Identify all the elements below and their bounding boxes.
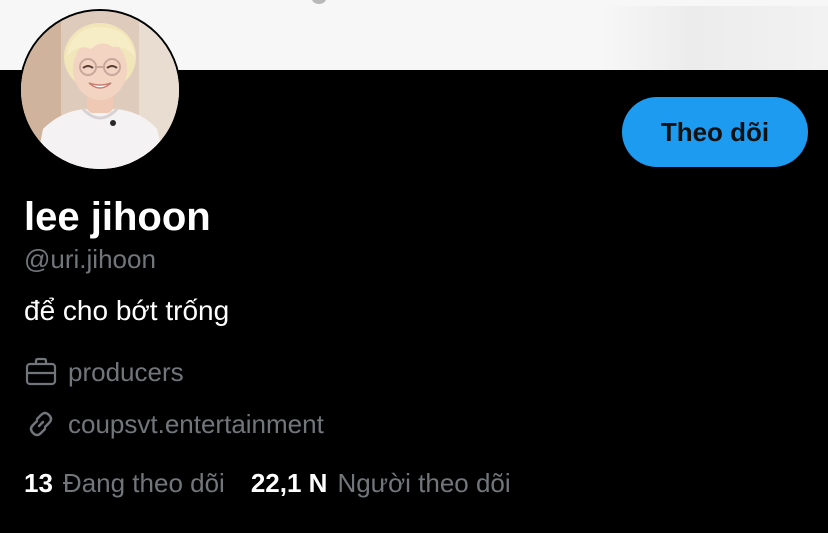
followers-count: 22,1 N [250,468,328,498]
following-count: 13 [24,468,53,498]
following-label: Đang theo dõi [62,468,225,498]
banner-detail [312,0,326,4]
followers-stat[interactable]: 22,1 N Người theo dõi [251,466,511,500]
profile-page: Theo dõi lee jihoon @uri.jihoon để cho b… [0,0,828,533]
link-icon [29,411,53,437]
followers-label: Người theo dõi [337,468,511,498]
profile-work: producers [68,357,184,387]
avatar[interactable] [19,9,181,171]
profile-bio: để cho bớt trống [24,295,230,326]
username-handle: @uri.jihoon [24,244,156,274]
banner-detail [600,6,828,70]
profile-website-row: coupsvt.entertainment [24,407,324,441]
avatar-photo [21,11,179,169]
display-name: lee jihoon [24,195,211,239]
follow-button[interactable]: Theo dõi [622,97,808,167]
avatar-illustration [21,11,179,169]
profile-work-row: producers [24,355,184,389]
briefcase-icon [25,357,57,386]
follow-stats: 13 Đang theo dõi 22,1 N Người theo dõi [24,466,511,500]
following-stat[interactable]: 13 Đang theo dõi [24,466,225,500]
profile-website-link[interactable]: coupsvt.entertainment [68,407,324,441]
